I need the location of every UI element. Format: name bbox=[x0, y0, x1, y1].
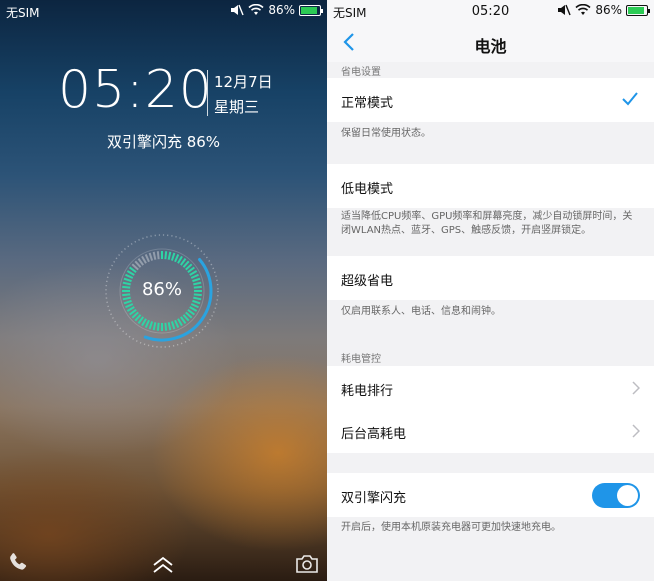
item-consumption-ranking[interactable]: 耗电排行 bbox=[327, 366, 654, 410]
ring-tick-filled bbox=[177, 318, 183, 327]
ring-tick-filled bbox=[144, 319, 150, 328]
super-saver-label: 超级省电 bbox=[341, 274, 394, 289]
lock-weekday: 星期三 bbox=[214, 98, 260, 116]
ring-tick-filled bbox=[189, 306, 198, 312]
ring-tick-filled bbox=[177, 255, 183, 264]
ring-tick-empty bbox=[141, 255, 147, 264]
mute-icon bbox=[231, 4, 244, 16]
ring-tick-filled bbox=[189, 270, 198, 276]
battery-settings-screen: 无SIM 05:20 86% 电池 省电设置 正常模式 保留日常使用状态。 低电… bbox=[327, 0, 654, 581]
charge-ring-label: 86% bbox=[141, 279, 182, 300]
super-saver-desc: 仅启用联系人、电话、信息和闹钟。 bbox=[341, 306, 501, 317]
check-icon bbox=[622, 92, 638, 106]
status-icons: 86% bbox=[230, 3, 323, 17]
ring-tick-empty bbox=[156, 251, 160, 260]
battery-icon bbox=[626, 4, 650, 16]
wifi-icon bbox=[575, 4, 591, 15]
ring-tick-filled bbox=[123, 299, 132, 305]
ring-tick-filled bbox=[192, 299, 201, 305]
ring-tick-filled bbox=[190, 273, 199, 279]
lock-clock: 05:20 bbox=[58, 60, 213, 120]
lock-screen: 无SIM 86% 05:20 12月7日 星期三 双引擎闪充 86% 86% bbox=[0, 0, 327, 581]
ring-tick-filled bbox=[129, 309, 137, 316]
ring-tick-filled bbox=[152, 322, 157, 331]
ring-tick-filled bbox=[156, 322, 160, 331]
battery-percent: 86% bbox=[268, 3, 295, 17]
ring-tick-empty bbox=[152, 251, 157, 260]
clock-divider bbox=[207, 70, 208, 116]
fast-charge-toggle[interactable] bbox=[592, 483, 640, 508]
settings-battery-percent: 86% bbox=[595, 3, 622, 17]
background-consumption-label: 后台高耗电 bbox=[341, 427, 407, 442]
option-normal-mode[interactable]: 正常模式 bbox=[327, 78, 654, 122]
ring-tick-filled bbox=[164, 322, 168, 331]
ring-tick-filled bbox=[187, 309, 195, 316]
charging-status-text: 双引擎闪充 86% bbox=[106, 133, 221, 151]
settings-status-bar: 无SIM 05:20 86% bbox=[327, 0, 654, 22]
ring-tick-filled bbox=[170, 252, 176, 261]
ring-tick-filled bbox=[170, 321, 176, 330]
phone-icon[interactable] bbox=[6, 550, 30, 574]
page-title: 电池 bbox=[474, 37, 507, 56]
settings-status-icons: 86% bbox=[557, 3, 650, 17]
section-header-consumption: 耗电管控 bbox=[341, 354, 381, 365]
item-fast-charge: 双引擎闪充 bbox=[327, 473, 654, 517]
item-background-consumption[interactable]: 后台高耗电 bbox=[327, 409, 654, 453]
camera-icon[interactable] bbox=[295, 553, 319, 575]
ring-tick-filled bbox=[137, 316, 144, 324]
option-low-power-mode[interactable]: 低电模式 bbox=[327, 164, 654, 208]
swipe-up-icon[interactable] bbox=[151, 553, 175, 575]
consumption-ranking-label: 耗电排行 bbox=[341, 384, 394, 399]
ring-tick-filled bbox=[126, 306, 135, 312]
nav-bar: 电池 bbox=[327, 22, 654, 62]
carrier-label: 无SIM bbox=[6, 6, 40, 20]
normal-mode-label: 正常模式 bbox=[341, 96, 394, 111]
ring-tick-filled bbox=[167, 322, 172, 331]
battery-icon bbox=[299, 4, 323, 16]
ring-tick-filled bbox=[129, 266, 137, 273]
ring-tick-filled bbox=[164, 251, 168, 260]
ring-tick-empty bbox=[148, 252, 154, 261]
ring-tick-filled bbox=[180, 316, 187, 324]
ring-tick-filled bbox=[125, 273, 134, 279]
ring-tick-filled bbox=[187, 266, 195, 273]
wifi-icon bbox=[248, 4, 264, 15]
ring-tick-filled bbox=[126, 270, 135, 276]
mute-icon bbox=[558, 4, 571, 16]
chevron-right-icon bbox=[632, 381, 640, 395]
ring-tick-filled bbox=[190, 303, 199, 309]
ring-tick-filled bbox=[141, 318, 147, 327]
low-power-mode-desc: 适当降低CPU频率、GPU频率和屏幕亮度，减少自动锁屏时间，关闭WLAN热点、蓝… bbox=[341, 211, 633, 236]
ring-tick-filled bbox=[174, 319, 180, 328]
ring-tick-empty bbox=[137, 258, 144, 266]
lock-status-bar: 无SIM 86% bbox=[0, 0, 327, 22]
normal-mode-desc: 保留日常使用状态。 bbox=[341, 128, 431, 139]
option-super-saver[interactable]: 超级省电 bbox=[327, 256, 654, 300]
fast-charge-desc: 开启后，使用本机原装充电器可更加快速地充电。 bbox=[341, 522, 561, 533]
ring-tick-filled bbox=[180, 258, 187, 266]
chevron-right-icon bbox=[632, 424, 640, 438]
ring-tick-filled bbox=[174, 254, 180, 263]
ring-tick-empty bbox=[144, 254, 150, 263]
toggle-knob bbox=[617, 485, 638, 506]
section-header-power: 省电设置 bbox=[341, 67, 381, 78]
low-power-mode-label: 低电模式 bbox=[341, 182, 394, 197]
fast-charge-label: 双引擎闪充 bbox=[341, 491, 407, 506]
battery-charge-ring: 86% bbox=[100, 234, 224, 348]
ring-tick-filled bbox=[148, 321, 154, 330]
lock-date: 12月7日 bbox=[214, 73, 273, 91]
ring-tick-filled bbox=[167, 251, 172, 260]
ring-tick-filled bbox=[125, 303, 134, 309]
